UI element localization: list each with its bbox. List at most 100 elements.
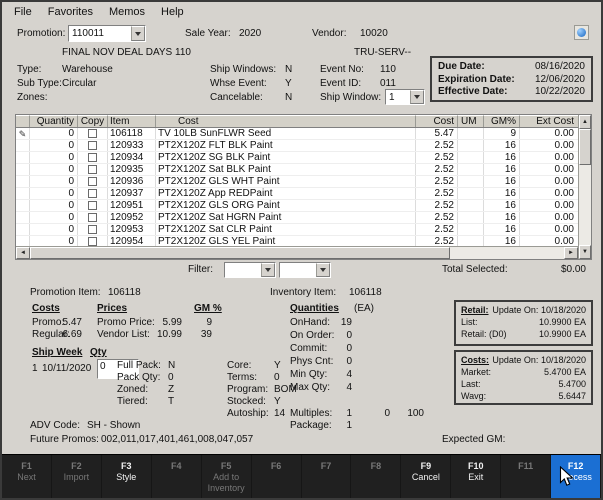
cell-ext-cost: 0.00 [520,128,578,139]
table-row[interactable]: 0120953PT2X120Z Sat CLR Paint2.52160.00 [16,224,578,236]
copy-checkbox[interactable] [88,129,97,138]
fkey-f7-button[interactable]: F7 [302,455,352,498]
copy-checkbox[interactable] [88,237,97,246]
fkey-f2-button[interactable]: F2Import [52,455,102,498]
fkey-f11-button[interactable]: F11 [501,455,551,498]
cell-copy [78,164,108,175]
retail-update-on-value: 10/18/2020 [541,304,586,316]
copy-checkbox[interactable] [88,165,97,174]
effective-date-value: 10/22/2020 [535,86,585,97]
fkey-f8-button[interactable]: F8 [351,455,401,498]
header-description[interactable]: Cost [156,115,416,127]
fkey-f10-button[interactable]: F10Exit [451,455,501,498]
autoship-value: 14 [274,408,285,419]
header-copy[interactable]: Copy [78,115,108,127]
cell-cost: 2.52 [416,176,458,187]
fkey-f1-button[interactable]: F1Next [2,455,52,498]
adv-code-value: SH - Shown [87,420,140,431]
copy-checkbox[interactable] [88,213,97,222]
header-cost[interactable]: Cost [416,115,458,127]
cell-description: PT2X120Z Sat BLK Paint [156,164,416,175]
horizontal-scroll-thumb[interactable] [30,247,450,259]
filter-value-select[interactable] [279,262,331,278]
vertical-scrollbar[interactable]: ▲ ▼ [578,115,591,259]
lookup-button[interactable] [574,25,589,40]
scroll-left-button[interactable]: ◄ [16,247,30,259]
program-label: Program: [227,384,268,395]
onhand-value: 19 [332,317,352,328]
expiration-date-value: 12/06/2020 [535,74,585,85]
whse-event-value: Y [285,78,292,89]
function-key-bar: F1NextF2ImportF3StyleF4F5Add to Inventor… [2,454,601,498]
table-row[interactable]: 0120934PT2X120Z SG BLK Paint2.52160.00 [16,152,578,164]
horizontal-scroll-track[interactable] [450,247,564,259]
cell-gm-percent: 16 [484,200,520,211]
fkey-label: Style [102,472,151,483]
edit-pencil-icon [16,200,30,211]
on-order-label: On Order: [290,330,334,341]
promotion-combobox[interactable]: 110011 [68,25,146,42]
fkey-label: Cancel [401,472,450,483]
future-promos-value: 002,011,017,401,461,008,047,057 [101,434,253,445]
table-row[interactable]: 0120952PT2X120Z Sat HGRN Paint2.52160.00 [16,212,578,224]
header-item[interactable]: Item [108,115,156,127]
future-promos-label: Future Promos: [30,434,99,445]
menu-file[interactable]: File [6,4,40,20]
menu-memos[interactable]: Memos [101,4,153,20]
fkey-f5-button[interactable]: F5Add to Inventory [202,455,252,498]
cell-item: 120954 [108,236,156,246]
header-ext-cost[interactable]: Ext Cost [520,115,578,127]
chevron-down-icon[interactable] [131,26,145,41]
cancelable-label: Cancelable: [210,92,263,103]
table-row[interactable]: 0120933PT2X120Z FLT BLK Paint2.52160.00 [16,140,578,152]
scroll-down-button[interactable]: ▼ [579,245,591,259]
header-um[interactable]: UM [458,115,484,127]
copy-checkbox[interactable] [88,225,97,234]
cell-copy [78,128,108,139]
fkey-f6-button[interactable]: F6 [252,455,302,498]
chevron-down-icon[interactable] [261,263,275,277]
scroll-right-button[interactable]: ► [564,247,578,259]
copy-checkbox[interactable] [88,189,97,198]
cell-cost: 2.52 [416,200,458,211]
fkey-f9-button[interactable]: F9Cancel [401,455,451,498]
cell-copy [78,188,108,199]
vertical-scroll-track[interactable] [579,165,591,245]
zones-label: Zones: [17,92,48,103]
copy-checkbox[interactable] [88,177,97,186]
edit-pencil-icon [16,140,30,151]
menu-help[interactable]: Help [153,4,192,20]
horizontal-scrollbar[interactable]: ◄ ► [16,246,578,259]
cell-um [458,164,484,175]
header-gm-percent[interactable]: GM% [484,115,520,127]
menu-bar: File Favorites Memos Help [2,2,601,22]
header-quantity[interactable]: Quantity [30,115,78,127]
vertical-scroll-thumb[interactable] [579,129,591,165]
ship-window-combobox[interactable]: 1 [385,89,425,105]
cell-ext-cost: 0.00 [520,212,578,223]
table-row[interactable]: 0120951PT2X120Z GLS ORG Paint2.52160.00 [16,200,578,212]
scroll-up-button[interactable]: ▲ [579,115,591,129]
wavg-cost-label: Wavg: [461,390,486,402]
program-value: BOM [274,384,297,395]
copy-checkbox[interactable] [88,201,97,210]
copy-checkbox[interactable] [88,141,97,150]
table-row[interactable]: ✎0106118TV 10LB SunFLWR Seed5.4790.00 [16,128,578,140]
fkey-f4-button[interactable]: F4 [152,455,202,498]
retail-list-label: List: [461,316,478,328]
table-row[interactable]: 0120935PT2X120Z Sat BLK Paint2.52160.00 [16,164,578,176]
filter-field-select[interactable] [224,262,276,278]
ship-week-qty-header: Qty [90,347,107,358]
table-row[interactable]: 0120937PT2X120Z App REDPaint2.52160.00 [16,188,578,200]
fkey-f3-button[interactable]: F3Style [102,455,152,498]
table-row[interactable]: 0120936PT2X120Z GLS WHT Paint2.52160.00 [16,176,578,188]
chevron-down-icon[interactable] [316,263,330,277]
fkey-number: F2 [52,461,101,472]
table-row[interactable]: 0120954PT2X120Z GLS YEL Paint2.52160.00 [16,236,578,246]
ship-window-value: 1 [386,92,410,103]
menu-favorites[interactable]: Favorites [40,4,101,20]
copy-checkbox[interactable] [88,153,97,162]
cell-cost: 2.52 [416,164,458,175]
cell-quantity: 0 [30,128,78,139]
chevron-down-icon[interactable] [410,90,424,104]
